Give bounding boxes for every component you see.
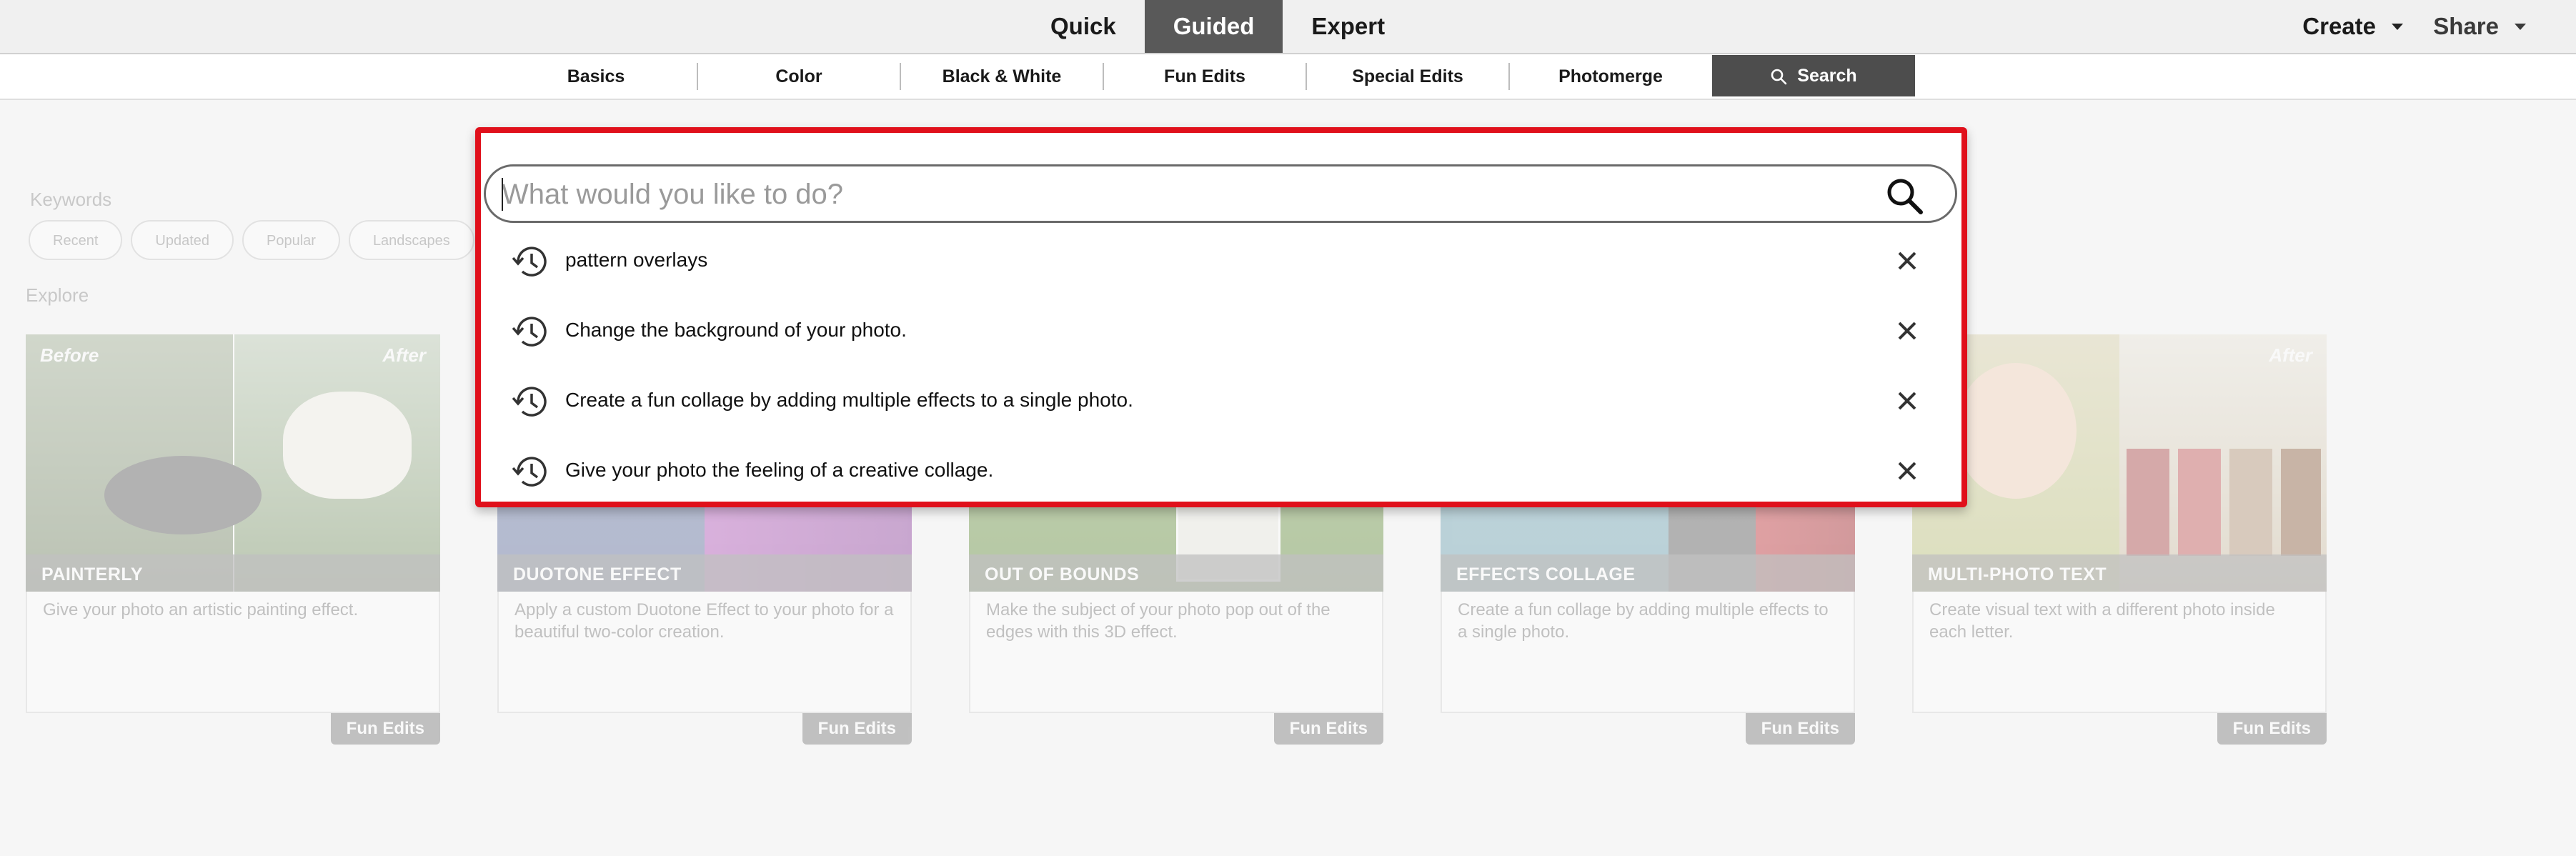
chip-updated[interactable]: Updated <box>131 220 234 260</box>
card-description: Make the subject of your photo pop out o… <box>986 600 1331 642</box>
category-search[interactable]: Search <box>1712 55 1915 96</box>
close-icon[interactable] <box>1896 319 1919 342</box>
category-black-white[interactable]: Black & White <box>900 54 1103 99</box>
tab-expert[interactable]: Expert <box>1283 0 1413 53</box>
keyword-chips: Recent Updated Popular Landscapes <box>29 220 474 260</box>
effect-card-multi-photo-text[interactable]: After MULTI-PHOTO TEXT Create visual tex… <box>1912 334 2327 745</box>
card-description: Give your photo an artistic painting eff… <box>43 600 359 619</box>
card-body: Give your photo an artistic painting eff… <box>26 592 440 713</box>
card-title-band: DUOTONE EFFECT <box>497 554 912 592</box>
card-title: PAINTERLY <box>41 564 144 584</box>
tab-quick[interactable]: Quick <box>1022 0 1145 53</box>
after-label: After <box>382 344 426 366</box>
mode-tabs: Quick Guided Expert <box>1022 0 1413 53</box>
card-title: EFFECTS COLLAGE <box>1456 564 1636 584</box>
card-title-band: OUT OF BOUNDS <box>969 554 1383 592</box>
category-fun-edits[interactable]: Fun Edits <box>1103 54 1306 99</box>
card-title: MULTI-PHOTO TEXT <box>1928 564 2107 584</box>
card-body: Create visual text with a different phot… <box>1912 592 2327 713</box>
card-category-tag: Fun Edits <box>1745 713 1855 745</box>
card-category-tag: Fun Edits <box>330 713 440 745</box>
card-category-tag: Fun Edits <box>2217 713 2327 745</box>
search-tab-label: Search <box>1797 66 1857 86</box>
card-title: OUT OF BOUNDS <box>985 564 1140 584</box>
suggestion-label: Change the background of your photo. <box>565 319 907 341</box>
search-input[interactable] <box>500 174 1846 215</box>
before-label: Before <box>40 344 99 366</box>
search-icon <box>1771 69 1787 85</box>
search-icon[interactable] <box>1884 175 1925 217</box>
chip-landscapes[interactable]: Landscapes <box>348 220 474 260</box>
card-title-band: EFFECTS COLLAGE <box>1441 554 1855 592</box>
tab-guided[interactable]: Guided <box>1144 0 1283 53</box>
share-menu-button[interactable]: Share <box>2433 0 2526 53</box>
category-special-edits[interactable]: Special Edits <box>1306 54 1509 99</box>
create-menu-button[interactable]: Create <box>2302 0 2403 53</box>
category-photomerge[interactable]: Photomerge <box>1509 54 1712 99</box>
suggestion-label: Give your photo the feeling of a creativ… <box>565 459 994 481</box>
card-thumbnail: Before After PAINTERLY <box>26 334 440 592</box>
search-box <box>484 164 1957 223</box>
card-thumbnail: After MULTI-PHOTO TEXT <box>1912 334 2327 592</box>
history-icon <box>512 247 547 277</box>
card-category-tag: Fun Edits <box>1273 713 1383 745</box>
chevron-down-icon <box>2392 23 2403 30</box>
text-cursor <box>502 178 503 211</box>
top-bar: Quick Guided Expert Create Share <box>0 0 2576 54</box>
suggestion-item[interactable]: Give your photo the feeling of a creativ… <box>481 437 1961 507</box>
history-icon <box>512 387 547 417</box>
card-description: Create a fun collage by adding multiple … <box>1458 600 1829 642</box>
share-label: Share <box>2433 13 2499 39</box>
category-bar: Basics Color Black & White Fun Edits Spe… <box>0 54 2576 100</box>
card-category-tag: Fun Edits <box>802 713 912 745</box>
suggestion-label: pattern overlays <box>565 249 708 271</box>
after-label: After <box>2269 344 2312 366</box>
category-color[interactable]: Color <box>697 54 900 99</box>
history-icon <box>512 457 547 487</box>
card-body: Make the subject of your photo pop out o… <box>969 592 1383 713</box>
card-description: Create visual text with a different phot… <box>1929 600 2275 642</box>
chip-popular[interactable]: Popular <box>242 220 340 260</box>
card-body: Create a fun collage by adding multiple … <box>1441 592 1855 713</box>
card-description: Apply a custom Duotone Effect to your ph… <box>514 600 894 642</box>
chip-recent[interactable]: Recent <box>29 220 123 260</box>
suggestion-label: Create a fun collage by adding multiple … <box>565 389 1133 411</box>
suggestion-item[interactable]: Change the background of your photo. <box>481 297 1961 367</box>
keywords-label: Keywords <box>30 189 112 210</box>
close-icon[interactable] <box>1896 249 1919 272</box>
category-basics[interactable]: Basics <box>494 54 697 99</box>
explore-label: Explore <box>26 284 89 306</box>
card-title-band: MULTI-PHOTO TEXT <box>1912 554 2327 592</box>
suggestion-item[interactable]: Create a fun collage by adding multiple … <box>481 367 1961 437</box>
chevron-down-icon <box>2515 23 2526 30</box>
history-icon <box>512 317 547 347</box>
create-label: Create <box>2302 13 2376 39</box>
close-icon[interactable] <box>1896 459 1919 482</box>
search-popup: pattern overlays Change the background o… <box>475 127 1967 507</box>
card-body: Apply a custom Duotone Effect to your ph… <box>497 592 912 713</box>
card-title-band: PAINTERLY <box>26 554 440 592</box>
suggestion-item[interactable]: pattern overlays <box>481 227 1961 297</box>
close-icon[interactable] <box>1896 389 1919 412</box>
card-title: DUOTONE EFFECT <box>513 564 682 584</box>
effect-card-painterly[interactable]: Before After PAINTERLY Give your photo a… <box>26 334 440 745</box>
